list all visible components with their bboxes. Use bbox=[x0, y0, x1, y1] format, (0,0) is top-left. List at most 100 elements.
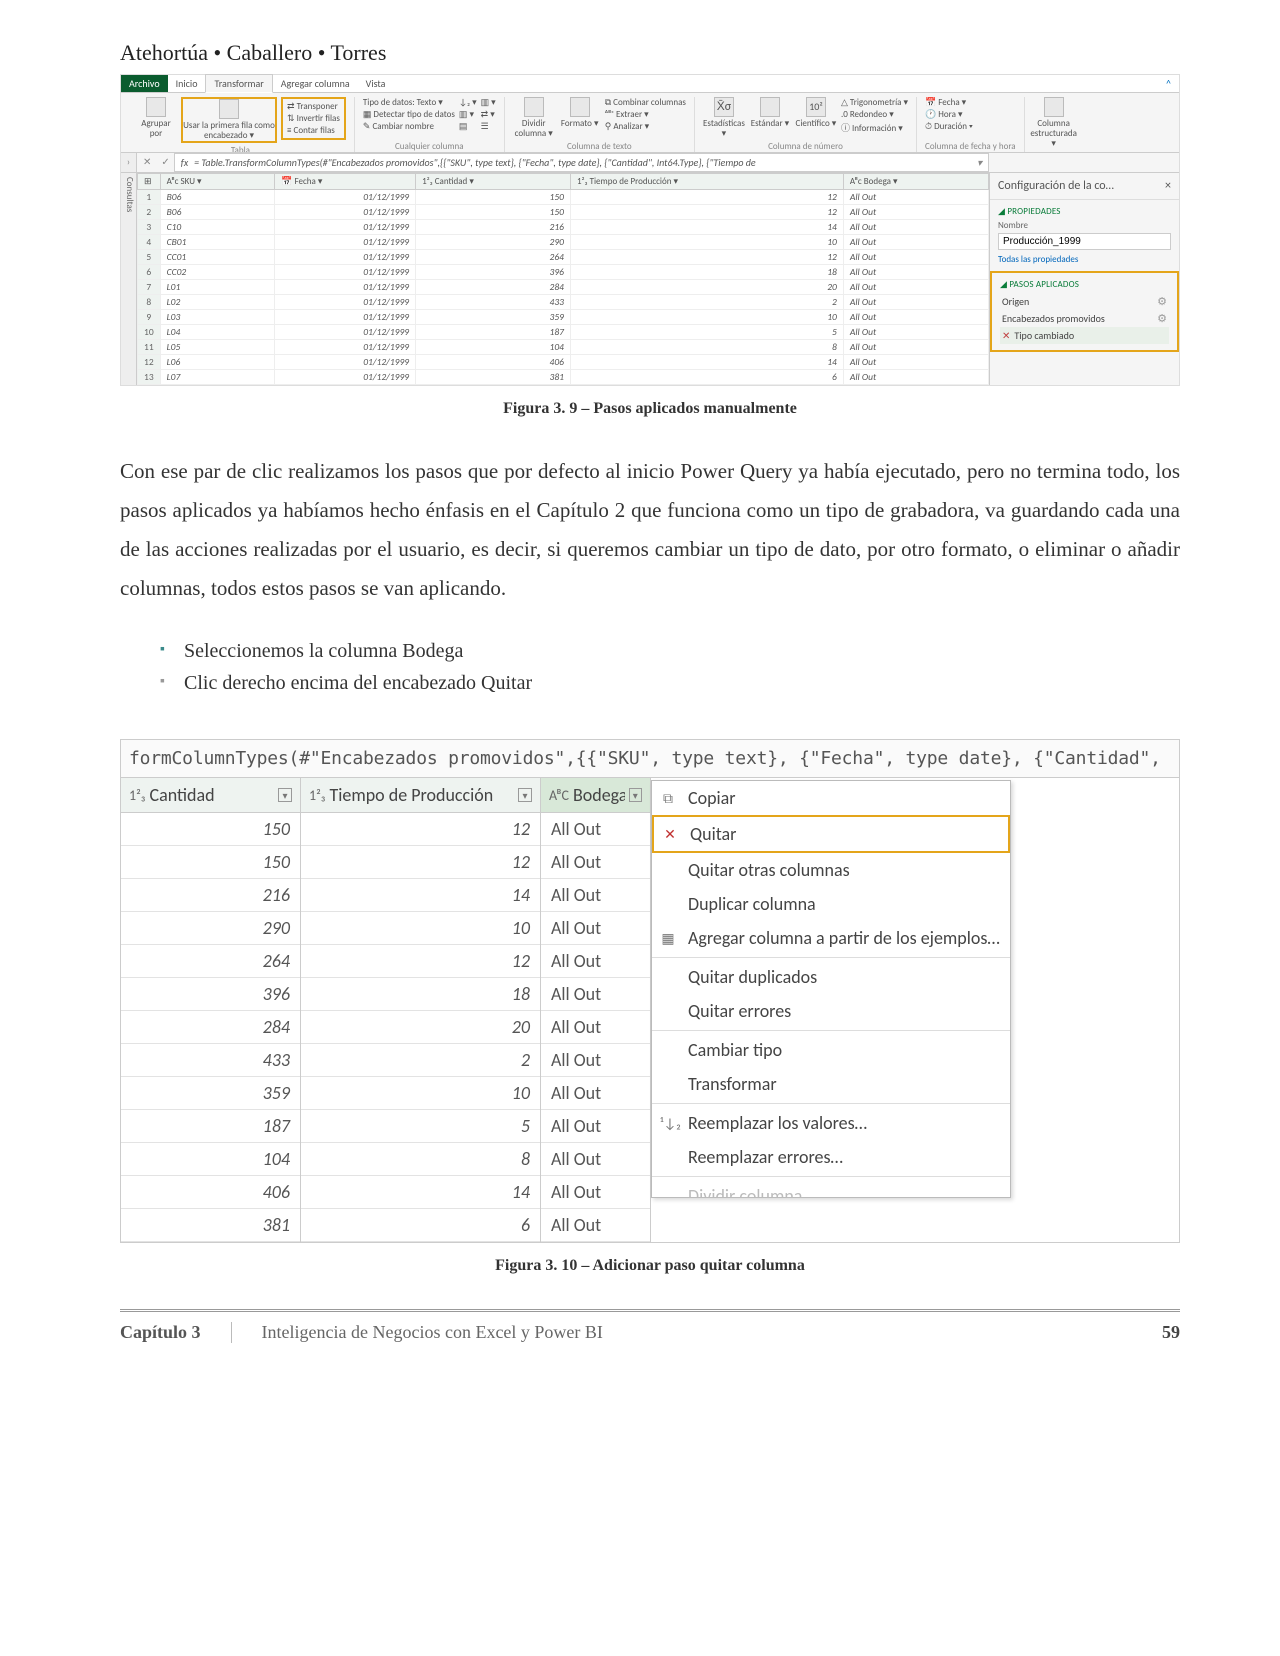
extract-button[interactable]: ᴬᴮᶜ Extraer ▾ bbox=[605, 109, 686, 120]
merge-columns-button[interactable]: ⧉ Combinar columnas bbox=[605, 97, 686, 108]
menu-reemplazar-valores[interactable]: ¹↓₂Reemplazar los valores… bbox=[652, 1106, 1010, 1140]
convert-list-icon[interactable]: ☰ bbox=[481, 121, 496, 132]
rounding-button[interactable]: .0 Redondeo ▾ bbox=[841, 109, 908, 120]
replace-values-icon[interactable]: ↓₂ ▾ bbox=[459, 97, 477, 108]
close-pane-icon[interactable]: × bbox=[1165, 179, 1171, 193]
dropdown-icon[interactable]: ▾ bbox=[629, 788, 642, 802]
cell[interactable]: 433 bbox=[121, 1044, 300, 1077]
detect-type-button[interactable]: ▦ Detectar tipo de datos bbox=[363, 109, 455, 120]
unpivot-icon[interactable]: ▥ ▾ bbox=[481, 97, 496, 108]
table-row[interactable]: 2B0601/12/199915012All Out bbox=[138, 205, 989, 220]
cell[interactable]: All Out bbox=[541, 978, 650, 1011]
step-encabezados[interactable]: Encabezados promovidos⚙ bbox=[1000, 310, 1169, 327]
cell[interactable]: All Out bbox=[541, 1110, 650, 1143]
table-row[interactable]: 4CB0101/12/199929010All Out bbox=[138, 235, 989, 250]
use-first-row-button[interactable]: Usar la primera fila como encabezado ▾ bbox=[181, 97, 277, 143]
cell[interactable]: 18 bbox=[301, 978, 540, 1011]
cell[interactable]: 104 bbox=[121, 1143, 300, 1176]
header-cantidad[interactable]: 1²₃ Cantidad▾ bbox=[121, 778, 300, 813]
cell[interactable]: 381 bbox=[121, 1209, 300, 1242]
menu-transformar[interactable]: Transformar bbox=[652, 1067, 1010, 1101]
table-row[interactable]: 12L0601/12/199940614All Out bbox=[138, 355, 989, 370]
table-row[interactable]: 13L0701/12/19993816All Out bbox=[138, 370, 989, 385]
cell[interactable]: 8 bbox=[301, 1143, 540, 1176]
cell[interactable]: 2 bbox=[301, 1044, 540, 1077]
gear-icon[interactable]: ⚙ bbox=[1157, 295, 1167, 308]
cell[interactable]: All Out bbox=[541, 1044, 650, 1077]
fill-icon[interactable]: ▥ ▾ bbox=[459, 109, 477, 120]
move-icon[interactable]: ⇄ ▾ bbox=[481, 109, 496, 120]
menu-reemplazar-errores[interactable]: Reemplazar errores… bbox=[652, 1140, 1010, 1174]
header-bodega[interactable]: AᴮC Bodega▾ bbox=[541, 778, 650, 813]
expand-queries-icon[interactable]: › bbox=[121, 153, 137, 172]
cell[interactable]: 216 bbox=[121, 879, 300, 912]
table-row[interactable]: 7L0101/12/199928420All Out bbox=[138, 280, 989, 295]
cell[interactable]: All Out bbox=[541, 813, 650, 846]
table-row[interactable]: 5CC0101/12/199926412All Out bbox=[138, 250, 989, 265]
transpose-button[interactable]: ⇄ Transponer bbox=[287, 101, 340, 112]
cell[interactable]: All Out bbox=[541, 879, 650, 912]
query-name-input[interactable] bbox=[998, 233, 1171, 250]
tab-agregar-columna[interactable]: Agregar columna bbox=[273, 75, 358, 92]
col-tiempo[interactable]: 1²₃ Tiempo de Producción ▾ bbox=[570, 174, 843, 190]
data-type-button[interactable]: Tipo de datos: Texto ▾ bbox=[363, 97, 455, 108]
cell[interactable]: 12 bbox=[301, 945, 540, 978]
dropdown-icon[interactable]: ▾ bbox=[518, 788, 532, 802]
table-row[interactable]: 8L0201/12/19994332All Out bbox=[138, 295, 989, 310]
queries-pane-collapsed[interactable]: Consultas bbox=[121, 173, 137, 385]
table-row[interactable]: 6CC0201/12/199939618All Out bbox=[138, 265, 989, 280]
cell[interactable]: 264 bbox=[121, 945, 300, 978]
tab-transformar[interactable]: Transformar bbox=[205, 74, 272, 93]
cell[interactable]: All Out bbox=[541, 945, 650, 978]
gear-icon[interactable]: ⚙ bbox=[1157, 312, 1167, 325]
menu-dividir[interactable]: Dividir columna bbox=[652, 1179, 1010, 1197]
menu-cambiar-tipo[interactable]: Cambiar tipo bbox=[652, 1033, 1010, 1067]
reverse-rows-button[interactable]: ⇅ Invertir filas bbox=[287, 113, 340, 124]
table-row[interactable]: 10L0401/12/19991875All Out bbox=[138, 325, 989, 340]
cell[interactable]: 187 bbox=[121, 1110, 300, 1143]
all-properties-link[interactable]: Todas las propiedades bbox=[998, 254, 1171, 265]
information-button[interactable]: ⓘ Información ▾ bbox=[841, 121, 908, 134]
standard-button[interactable]: Estándar ▾ bbox=[749, 97, 791, 129]
table-row[interactable]: 9L0301/12/199935910All Out bbox=[138, 310, 989, 325]
parse-button[interactable]: ⚲ Analizar ▾ bbox=[605, 121, 686, 132]
cell[interactable]: All Out bbox=[541, 1143, 650, 1176]
menu-quitar-duplicados[interactable]: Quitar duplicados bbox=[652, 960, 1010, 994]
step-tipo-cambiado[interactable]: ✕ Tipo cambiado bbox=[1000, 327, 1169, 344]
menu-quitar-otras[interactable]: Quitar otras columnas bbox=[652, 853, 1010, 887]
cell[interactable]: 6 bbox=[301, 1209, 540, 1242]
cell[interactable]: 406 bbox=[121, 1176, 300, 1209]
menu-quitar[interactable]: ✕Quitar bbox=[652, 815, 1010, 853]
table-row[interactable]: 1B0601/12/199915012All Out bbox=[138, 190, 989, 205]
cell[interactable]: 12 bbox=[301, 813, 540, 846]
cell[interactable]: 150 bbox=[121, 846, 300, 879]
cell[interactable]: All Out bbox=[541, 1011, 650, 1044]
duration-button[interactable]: ⏱ Duración ▾ bbox=[925, 121, 973, 132]
tab-vista[interactable]: Vista bbox=[358, 75, 394, 92]
tab-archivo[interactable]: Archivo bbox=[121, 75, 168, 92]
table-row[interactable]: 11L0501/12/19991048All Out bbox=[138, 340, 989, 355]
collapse-ribbon-icon[interactable]: ^ bbox=[1158, 75, 1179, 92]
rename-button[interactable]: ✎ Cambiar nombre bbox=[363, 121, 455, 132]
group-by-button[interactable]: Agrupar por bbox=[135, 97, 177, 139]
cell[interactable]: All Out bbox=[541, 1176, 650, 1209]
time-button[interactable]: 🕐 Hora ▾ bbox=[925, 109, 973, 120]
cell[interactable]: 359 bbox=[121, 1077, 300, 1110]
menu-quitar-errores[interactable]: Quitar errores bbox=[652, 994, 1010, 1028]
menu-duplicar[interactable]: Duplicar columna bbox=[652, 887, 1010, 921]
cell[interactable]: All Out bbox=[541, 912, 650, 945]
count-rows-button[interactable]: ≡ Contar filas bbox=[287, 125, 340, 136]
trigonometry-button[interactable]: △ Trigonometría ▾ bbox=[841, 97, 908, 108]
cell[interactable]: All Out bbox=[541, 846, 650, 879]
col-bodega[interactable]: Aᴮc Bodega ▾ bbox=[843, 174, 988, 190]
tab-inicio[interactable]: Inicio bbox=[168, 75, 206, 92]
table-row[interactable]: 3C1001/12/199921614All Out bbox=[138, 220, 989, 235]
cell[interactable]: 290 bbox=[121, 912, 300, 945]
step-origen[interactable]: Origen⚙ bbox=[1000, 293, 1169, 310]
cell[interactable]: 396 bbox=[121, 978, 300, 1011]
dropdown-icon[interactable]: ▾ bbox=[278, 788, 292, 802]
menu-agregar-ejemplos[interactable]: ▦Agregar columna a partir de los ejemplo… bbox=[652, 921, 1010, 955]
cell[interactable]: All Out bbox=[541, 1209, 650, 1242]
cell[interactable]: 20 bbox=[301, 1011, 540, 1044]
col-fecha[interactable]: 📅 Fecha ▾ bbox=[275, 174, 416, 190]
